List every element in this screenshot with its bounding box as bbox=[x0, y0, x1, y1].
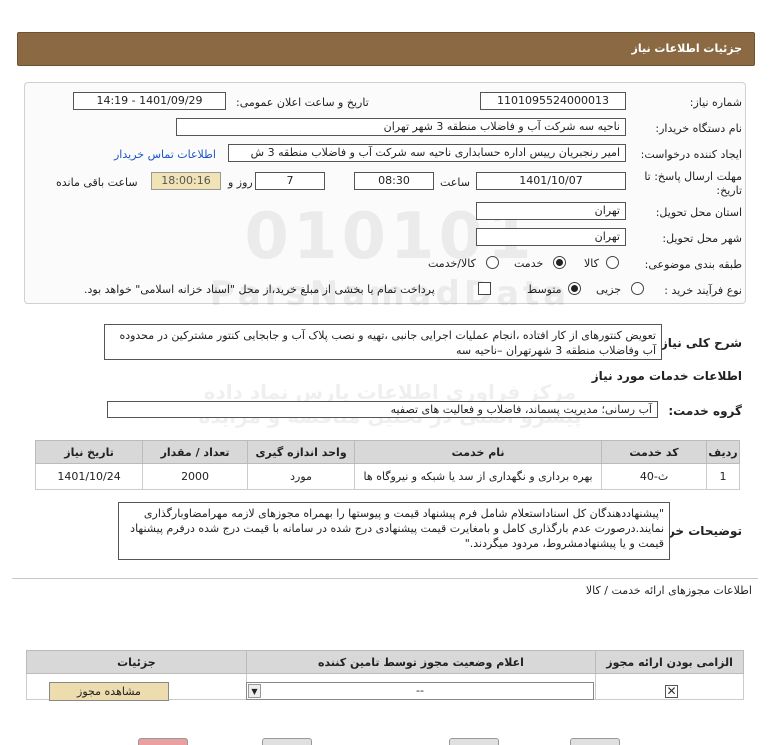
process-label: نوع فرآیند خرید : bbox=[664, 284, 742, 297]
buyer-label: نام دستگاه خریدار: bbox=[655, 122, 742, 135]
page-title: جزئیات اطلاعات نیاز bbox=[631, 42, 743, 55]
col-permit-status: اعلام وضعیت مجوز توسط تامین کننده bbox=[245, 650, 597, 674]
category-label: طبقه بندی موضوعی: bbox=[644, 258, 742, 271]
cell-name: بهره برداری و نگهداری از سد یا شبکه و نی… bbox=[354, 463, 603, 490]
service-group-field: آب رسانی؛ مدیریت پسماند، فاضلاب و فعالیت… bbox=[107, 401, 658, 418]
buyer-notes-text: "پیشنهاددهندگان کل اسناداستعلام شامل فرم… bbox=[118, 502, 670, 560]
province-label: استان محل تحویل: bbox=[655, 206, 742, 219]
permit-status-value: -- bbox=[416, 684, 424, 697]
need-number-field: 1101095524000013 bbox=[480, 92, 626, 110]
col-permit-details: جزئیات bbox=[26, 650, 247, 674]
treasury-payment-note: پرداخت تمام یا بخشی از مبلغ خرید،از محل … bbox=[84, 283, 435, 296]
buyer-field: ناحیه سه شرکت آب و فاضلاب منطقه 3 شهر ته… bbox=[176, 118, 626, 136]
permits-title: اطلاعات مجوزهای ارائه خدمت / کالا bbox=[585, 584, 752, 597]
col-permit-required: الزامی بودن ارائه مجوز bbox=[595, 650, 744, 674]
creator-label: ایجاد کننده درخواست: bbox=[640, 148, 742, 161]
creator-field: امیر رنجبریان رییس اداره حسابداری ناحیه … bbox=[228, 144, 626, 162]
category-option-service: خدمت bbox=[514, 257, 544, 270]
services-table: ردیف کد خدمت نام خدمت واحد اندازه گیری ت… bbox=[34, 440, 741, 490]
category-radio-goods[interactable] bbox=[606, 256, 619, 269]
summary-text: تعویض کنتورهای از کار افتاده ،انجام عملی… bbox=[104, 324, 662, 360]
process-option-minor: جزیی bbox=[596, 283, 622, 296]
deadline-label: مهلت ارسال پاسخ: تا bbox=[644, 170, 742, 183]
process-radio-medium[interactable] bbox=[568, 282, 581, 295]
announce-datetime-field: 1401/09/29 - 14:19 bbox=[73, 92, 226, 110]
remaining-time-field: 18:00:16 bbox=[151, 172, 221, 190]
col-row: ردیف bbox=[705, 440, 741, 464]
bottom-button-1[interactable] bbox=[138, 738, 188, 745]
buyer-contact-link[interactable]: اطلاعات تماس خریدار bbox=[114, 148, 216, 161]
need-info-panel bbox=[24, 82, 746, 304]
cell-unit: مورد bbox=[247, 463, 356, 490]
bottom-button-4[interactable] bbox=[570, 738, 620, 745]
page-header: جزئیات اطلاعات نیاز bbox=[17, 32, 755, 66]
city-label: شهر محل تحویل: bbox=[662, 232, 742, 245]
category-option-both: کالا/خدمت bbox=[428, 257, 476, 270]
city-field: تهران bbox=[476, 228, 626, 246]
cell-row: 1 bbox=[705, 463, 741, 490]
days-label: روز و bbox=[228, 176, 253, 189]
permit-status-select[interactable]: ▼ -- bbox=[246, 682, 594, 700]
dropdown-arrow-icon: ▼ bbox=[248, 684, 261, 698]
col-name: نام خدمت bbox=[354, 440, 603, 464]
cell-qty: 2000 bbox=[142, 463, 249, 490]
category-radio-both[interactable] bbox=[486, 256, 499, 269]
process-radio-minor[interactable] bbox=[631, 282, 644, 295]
need-number-label: شماره نیاز: bbox=[689, 96, 742, 109]
deadline-date-field: 1401/10/07 bbox=[476, 172, 626, 190]
bottom-button-3[interactable] bbox=[449, 738, 499, 745]
summary-label: شرح کلی نیاز: bbox=[656, 336, 742, 350]
treasury-payment-checkbox[interactable] bbox=[478, 282, 491, 295]
col-qty: تعداد / مقدار bbox=[142, 440, 249, 464]
permit-required-checkbox: ✕ bbox=[665, 684, 678, 698]
province-field: تهران bbox=[476, 202, 626, 220]
cell-date: 1401/10/24 bbox=[34, 463, 144, 490]
col-date: تاریخ نیاز bbox=[34, 440, 144, 464]
category-radio-service[interactable] bbox=[553, 256, 566, 269]
announce-label: تاریخ و ساعت اعلان عمومی: bbox=[236, 96, 369, 109]
services-title: اطلاعات خدمات مورد نیاز bbox=[591, 369, 742, 383]
deadline-time-label: ساعت bbox=[440, 176, 470, 189]
service-group-label: گروه خدمت: bbox=[668, 404, 742, 418]
process-option-medium: متوسط bbox=[527, 283, 562, 296]
category-option-goods: کالا bbox=[584, 257, 599, 270]
remaining-days-field: 7 bbox=[255, 172, 325, 190]
deadline-time-field: 08:30 bbox=[354, 172, 434, 190]
deadline-label-date: تاریخ: bbox=[716, 184, 742, 197]
bottom-button-2[interactable] bbox=[262, 738, 312, 745]
remaining-label: ساعت باقی مانده bbox=[56, 176, 138, 189]
table-row: 1 ث-40 بهره برداری و نگهداری از سد یا شب… bbox=[34, 463, 741, 490]
view-permit-button[interactable]: مشاهده مجوز bbox=[49, 682, 169, 701]
cell-code: ث-40 bbox=[601, 463, 707, 490]
col-code: کد خدمت bbox=[601, 440, 707, 464]
col-unit: واحد اندازه گیری bbox=[247, 440, 356, 464]
section-divider bbox=[12, 578, 758, 579]
